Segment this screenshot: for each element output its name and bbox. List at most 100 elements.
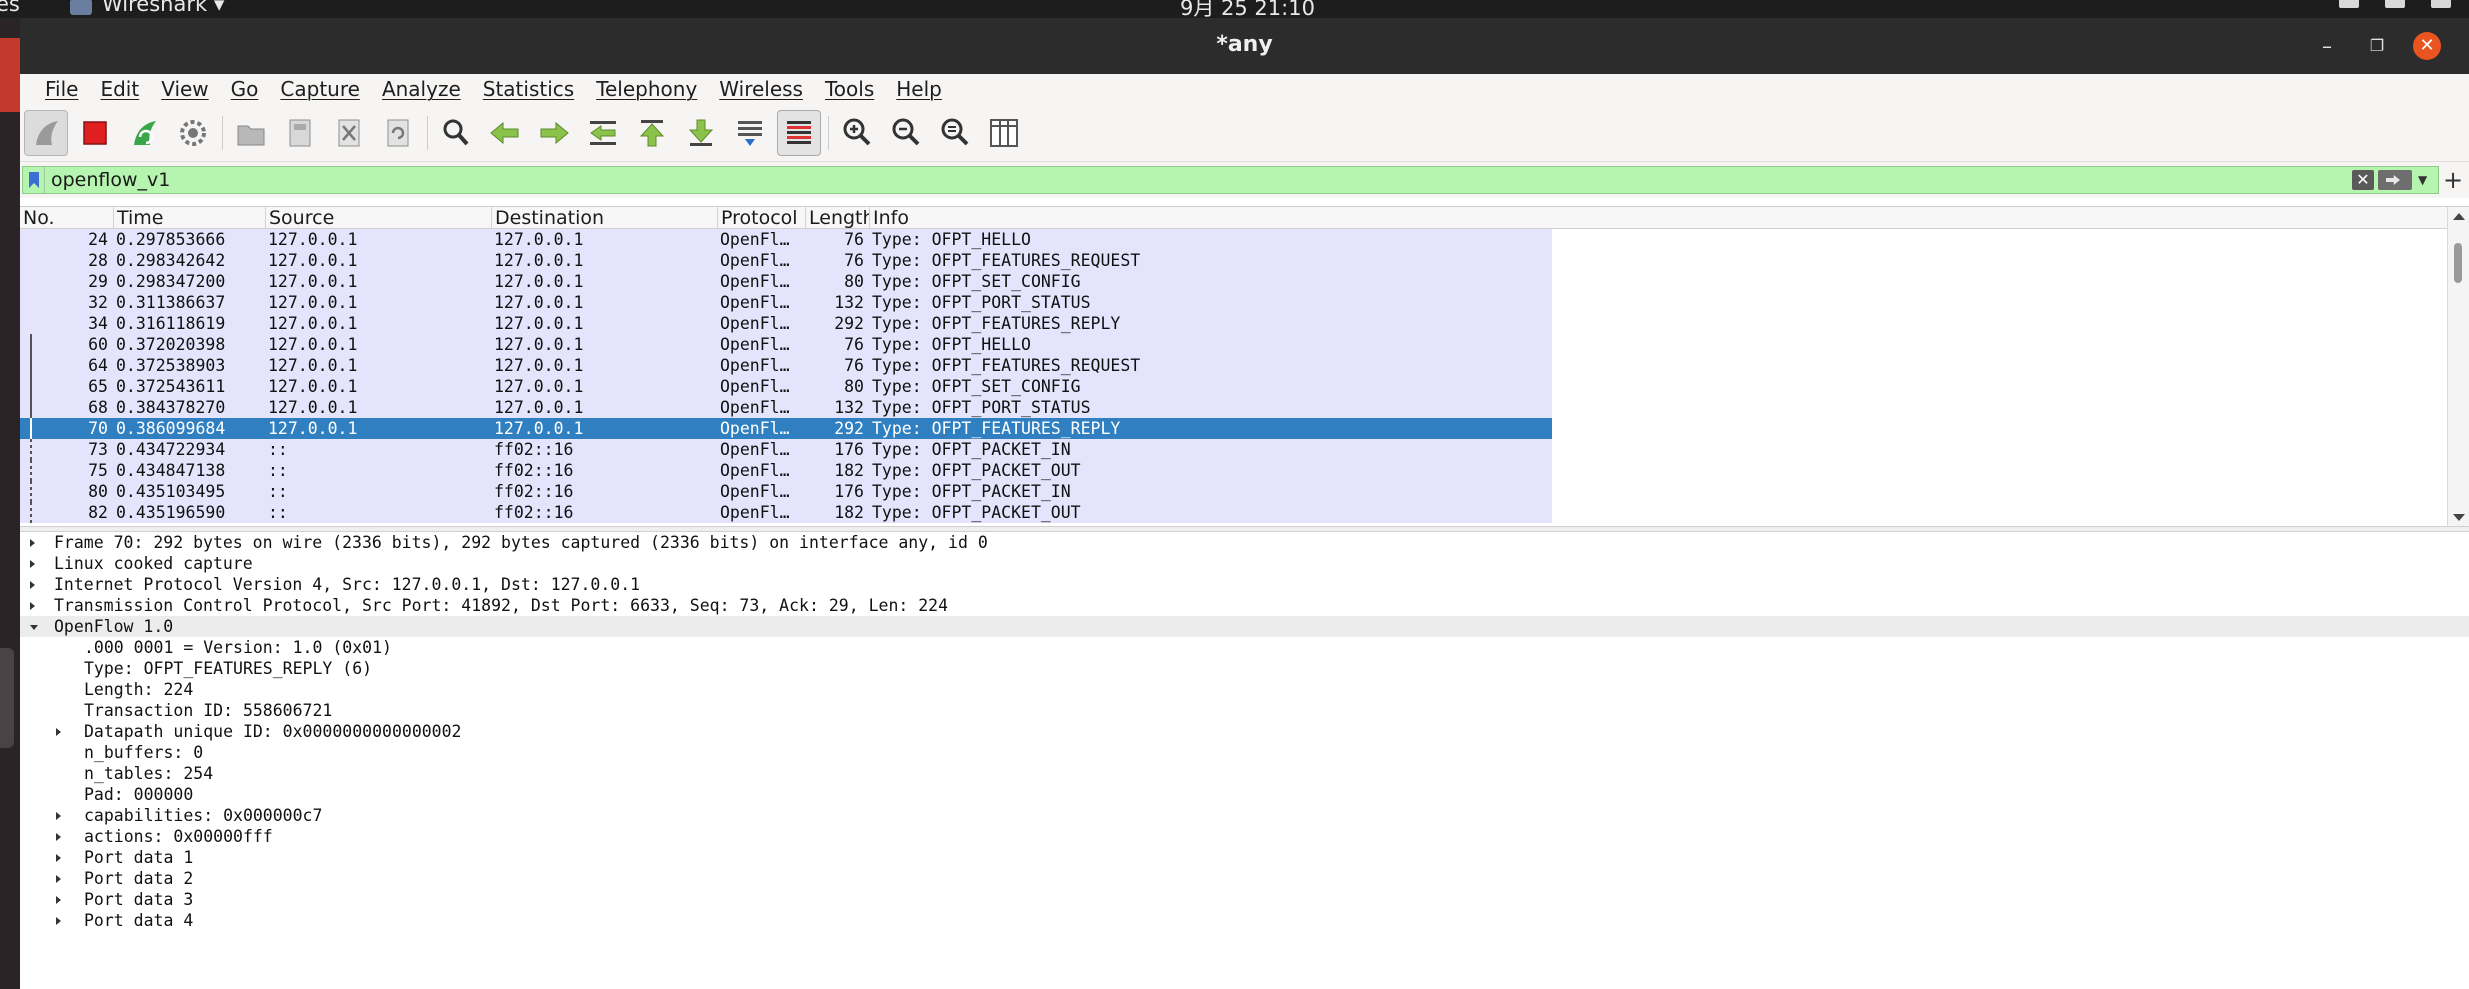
menu-tools[interactable]: Tools: [814, 77, 885, 101]
maximize-button[interactable]: ❐: [2363, 32, 2391, 60]
table-row[interactable]: 24 0.297853666 127.0.0.1 127.0.0.1 OpenFl… 76…: [20, 229, 1552, 250]
column-header-length[interactable]: Length: [806, 207, 870, 228]
detail-tree-item[interactable]: Internet Protocol Version 4, Src: 127.0.…: [20, 574, 2469, 595]
system-tray[interactable]: [2339, 0, 2451, 8]
app-menu[interactable]: Wireshark ▾: [70, 0, 224, 16]
restart-capture-icon[interactable]: [122, 110, 166, 156]
menu-analyze[interactable]: Analyze: [371, 77, 472, 101]
scroll-down-icon[interactable]: [2453, 514, 2465, 521]
zoom-in-icon[interactable]: [835, 110, 879, 156]
detail-tree-item[interactable]: Transaction ID: 558606721: [20, 700, 2469, 721]
table-row[interactable]: 60 0.372020398 127.0.0.1 127.0.0.1 OpenFl… 76…: [20, 334, 1552, 355]
reload-file-icon[interactable]: [376, 110, 420, 156]
column-header-destination[interactable]: Destination: [492, 207, 718, 228]
save-file-icon[interactable]: [278, 110, 322, 156]
menu-telephony[interactable]: Telephony: [585, 77, 708, 101]
column-header-source[interactable]: Source: [266, 207, 492, 228]
collapsed-arrow-icon[interactable]: [30, 539, 35, 547]
detail-tree-item[interactable]: n_buffers: 0: [20, 742, 2469, 763]
zoom-normal-icon[interactable]: [933, 110, 977, 156]
collapsed-arrow-icon[interactable]: [30, 602, 35, 610]
detail-tree-item[interactable]: Transmission Control Protocol, Src Port:…: [20, 595, 2469, 616]
detail-tree-item[interactable]: capabilities: 0x000000c7: [20, 805, 2469, 826]
dock-app-indicator[interactable]: [0, 648, 14, 748]
collapsed-arrow-icon[interactable]: [56, 854, 61, 862]
table-row[interactable]: 28 0.298342642 127.0.0.1 127.0.0.1 OpenFl… 76…: [20, 250, 1552, 271]
menu-view[interactable]: View: [150, 77, 219, 101]
scrollbar-thumb[interactable]: [2454, 243, 2462, 283]
open-file-icon[interactable]: [229, 110, 273, 156]
go-forward-icon[interactable]: [532, 110, 576, 156]
collapsed-arrow-icon[interactable]: [56, 833, 61, 841]
detail-tree-item[interactable]: Linux cooked capture: [20, 553, 2469, 574]
close-file-icon[interactable]: [327, 110, 371, 156]
menu-file[interactable]: File: [34, 77, 89, 101]
detail-tree-item[interactable]: actions: 0x00000fff: [20, 826, 2469, 847]
detail-tree-item[interactable]: Port data 1: [20, 847, 2469, 868]
go-to-packet-icon[interactable]: [581, 110, 625, 156]
table-row[interactable]: 64 0.372538903 127.0.0.1 127.0.0.1 OpenFl… 76…: [20, 355, 1552, 376]
detail-tree-item[interactable]: Frame 70: 292 bytes on wire (2336 bits),…: [20, 532, 2469, 553]
detail-tree-item[interactable]: Port data 2: [20, 868, 2469, 889]
minimize-button[interactable]: –: [2313, 32, 2341, 60]
collapsed-arrow-icon[interactable]: [56, 812, 61, 820]
go-first-icon[interactable]: [630, 110, 674, 156]
column-header-protocol[interactable]: Protocol: [718, 207, 806, 228]
colorize-icon[interactable]: [777, 109, 821, 156]
display-filter-input[interactable]: [45, 169, 2352, 191]
zoom-out-icon[interactable]: [884, 110, 928, 156]
activities-button[interactable]: es: [0, 0, 20, 16]
expanded-arrow-icon[interactable]: [30, 625, 38, 630]
detail-tree-item[interactable]: Datapath unique ID: 0x0000000000000002: [20, 721, 2469, 742]
table-row[interactable]: 34 0.316118619 127.0.0.1 127.0.0.1 OpenFl… 29…: [20, 313, 1552, 334]
menu-go[interactable]: Go: [220, 77, 270, 101]
detail-tree-item[interactable]: Length: 224: [20, 679, 2469, 700]
collapsed-arrow-icon[interactable]: [56, 728, 61, 736]
go-last-icon[interactable]: [679, 110, 723, 156]
resize-columns-icon[interactable]: [982, 110, 1026, 156]
clear-filter-icon[interactable]: ✕: [2352, 170, 2374, 190]
detail-tree-item[interactable]: n_tables: 254: [20, 763, 2469, 784]
find-packet-icon[interactable]: [434, 110, 478, 156]
filter-history-chevron-down-icon[interactable]: ▼: [2418, 173, 2438, 187]
table-row[interactable]: 68 0.384378270 127.0.0.1 127.0.0.1 OpenFl… 13…: [20, 397, 1552, 418]
column-header-time[interactable]: Time: [114, 207, 266, 228]
apply-filter-icon[interactable]: [2378, 170, 2412, 190]
collapsed-arrow-icon[interactable]: [56, 875, 61, 883]
collapsed-arrow-icon[interactable]: [56, 917, 61, 925]
dock-app-icon[interactable]: [0, 38, 20, 112]
stop-capture-icon[interactable]: [73, 110, 117, 156]
menu-statistics[interactable]: Statistics: [472, 77, 585, 101]
menu-wireless[interactable]: Wireless: [708, 77, 814, 101]
detail-tree-item[interactable]: Pad: 000000: [20, 784, 2469, 805]
detail-tree-item[interactable]: Port data 4: [20, 910, 2469, 931]
packet-list-scrollbar[interactable]: [2447, 207, 2469, 527]
capture-options-icon[interactable]: [171, 110, 215, 156]
start-capture-icon[interactable]: [24, 109, 68, 156]
scroll-up-icon[interactable]: [2453, 213, 2465, 220]
filter-bookmark-icon[interactable]: [23, 167, 45, 193]
add-filter-button-icon[interactable]: +: [2439, 166, 2467, 194]
table-row[interactable]: 75 0.434847138:: ff02::16 OpenFl… 182 Type: O…: [20, 460, 1552, 481]
detail-tree-item[interactable]: Type: OFPT_FEATURES_REPLY (6): [20, 658, 2469, 679]
table-row[interactable]: 82 0.435196590:: ff02::16 OpenFl… 182 Type: O…: [20, 502, 1552, 523]
table-row[interactable]: 80 0.435103495:: ff02::16 OpenFl… 176 Type: O…: [20, 481, 1552, 502]
table-row[interactable]: 32 0.311386637 127.0.0.1 127.0.0.1 OpenFl… 13…: [20, 292, 1552, 313]
table-row[interactable]: 29 0.298347200 127.0.0.1 127.0.0.1 OpenFl… 80…: [20, 271, 1552, 292]
menu-help[interactable]: Help: [885, 77, 953, 101]
table-row-selected[interactable]: 70 0.386099684 127.0.0.1 127.0.0.1 OpenFl… 29…: [20, 418, 1552, 439]
menu-capture[interactable]: Capture: [269, 77, 371, 101]
close-button[interactable]: ✕: [2413, 32, 2441, 60]
menu-edit[interactable]: Edit: [89, 77, 150, 101]
detail-tree-item[interactable]: Port data 3: [20, 889, 2469, 910]
collapsed-arrow-icon[interactable]: [30, 581, 35, 589]
collapsed-arrow-icon[interactable]: [30, 560, 35, 568]
table-row[interactable]: 65 0.372543611 127.0.0.1 127.0.0.1 OpenFl… 80…: [20, 376, 1552, 397]
go-back-icon[interactable]: [483, 110, 527, 156]
column-header-info[interactable]: Info: [870, 207, 2469, 228]
collapsed-arrow-icon[interactable]: [56, 896, 61, 904]
auto-scroll-icon[interactable]: [728, 110, 772, 156]
column-header-no[interactable]: No.: [20, 207, 114, 228]
detail-tree-item[interactable]: .000 0001 = Version: 1.0 (0x01): [20, 637, 2469, 658]
table-row[interactable]: 73 0.434722934:: ff02::16 OpenFl… 176 Type: O…: [20, 439, 1552, 460]
